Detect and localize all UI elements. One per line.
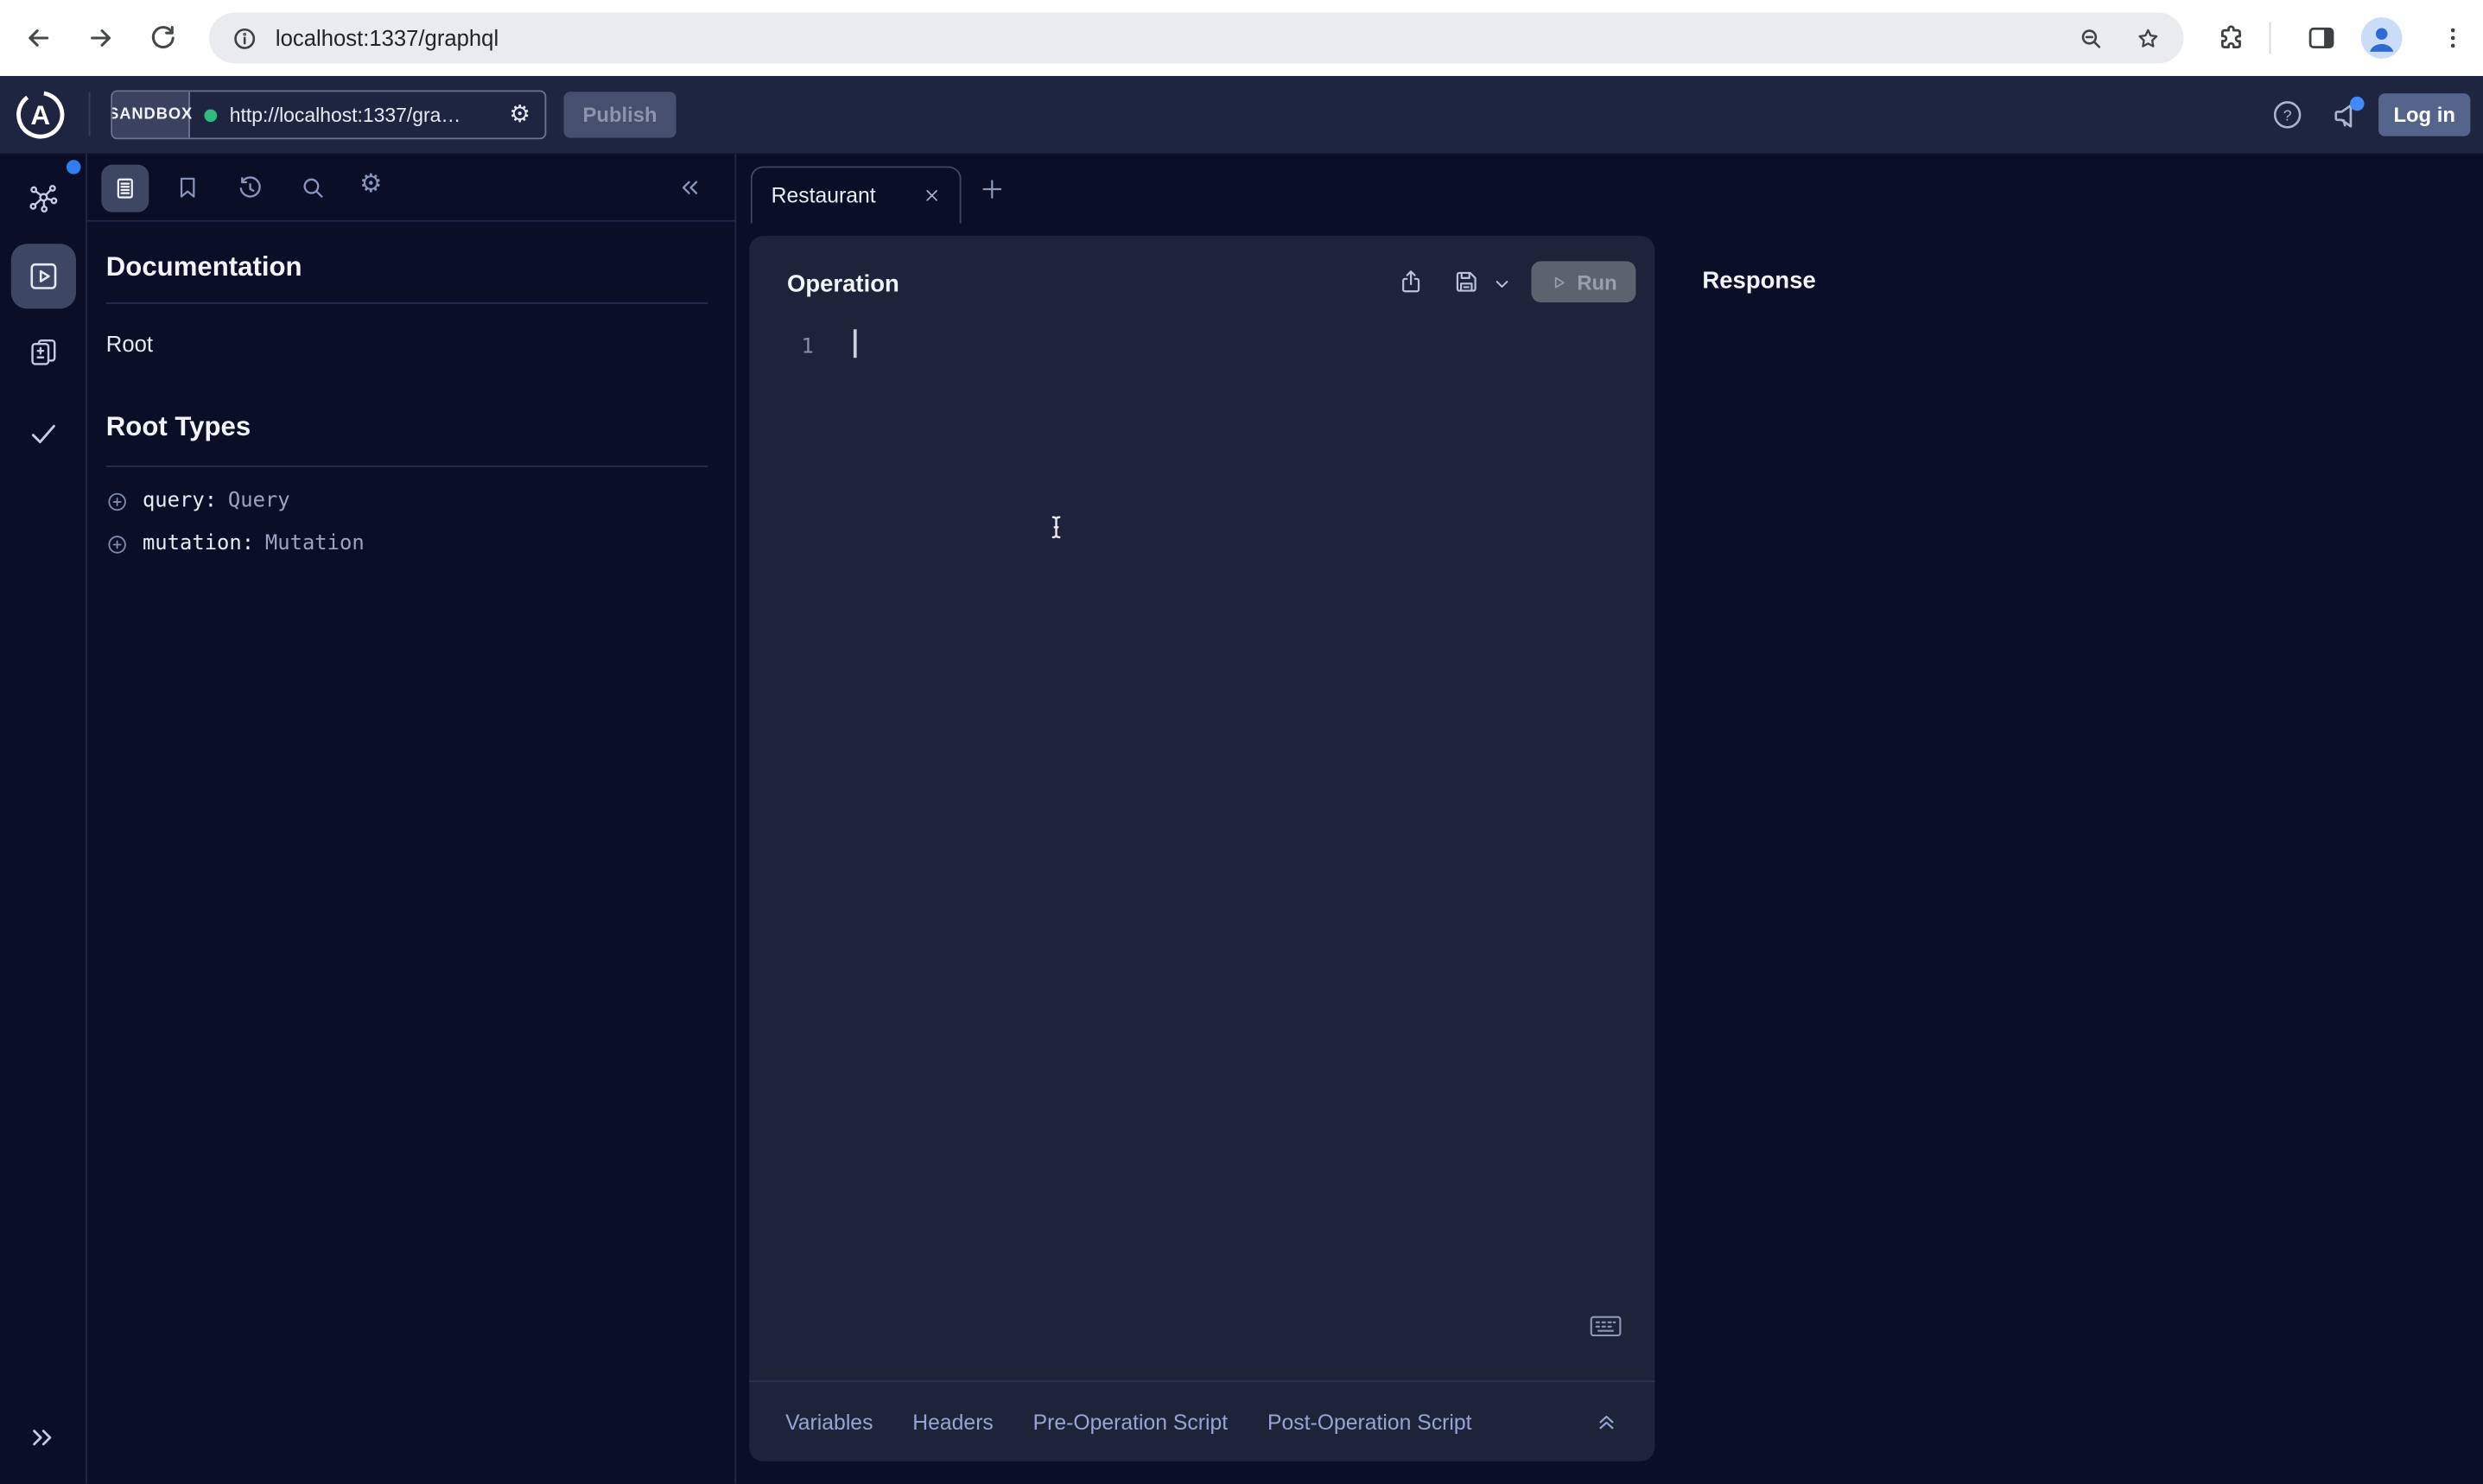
docs-icon-row: ⚙: [87, 154, 736, 222]
post-operation-script-tab[interactable]: Post-Operation Script: [1267, 1410, 1472, 1433]
browser-chrome: localhost:1337/graphql: [0, 0, 2483, 76]
search-icon[interactable]: [299, 174, 326, 201]
pre-operation-script-tab[interactable]: Pre-Operation Script: [1033, 1410, 1229, 1433]
bookmark-star-icon[interactable]: [2135, 24, 2162, 51]
root-types-title: Root Types: [106, 412, 251, 444]
root-type-mutation-row[interactable]: mutation: Mutation: [106, 524, 365, 564]
rail-notification-dot: [67, 160, 80, 174]
docs-title: Documentation: [106, 251, 302, 283]
mutation-field-label: mutation:: [143, 532, 254, 555]
tab-title: Restaurant: [772, 184, 876, 207]
checks-icon[interactable]: [27, 416, 60, 449]
documentation-tab-active[interactable]: [101, 165, 149, 212]
variables-tab[interactable]: Variables: [785, 1410, 873, 1433]
run-button[interactable]: Run: [1531, 261, 1635, 302]
login-button[interactable]: Log in: [2378, 93, 2470, 136]
new-tab-icon[interactable]: [979, 175, 1006, 202]
graph-icon[interactable]: [27, 182, 60, 215]
documentation-icon: [112, 175, 137, 200]
query-type-link[interactable]: Query: [228, 489, 290, 512]
mutation-type-link[interactable]: Mutation: [265, 532, 365, 555]
docs-divider: [106, 302, 708, 304]
apollo-logo[interactable]: A: [14, 89, 66, 141]
docs-divider: [106, 466, 708, 467]
apollo-logo-letter: A: [30, 99, 50, 130]
run-play-icon: [1550, 273, 1567, 290]
extensions-puzzle-icon[interactable]: [2215, 22, 2247, 54]
history-icon[interactable]: [236, 174, 264, 202]
root-type-query-row[interactable]: query: Query: [106, 481, 290, 521]
headers-tab[interactable]: Headers: [912, 1410, 994, 1433]
browser-reload-icon[interactable]: [147, 22, 179, 54]
side-panel-icon[interactable]: [2306, 22, 2338, 54]
operation-title: Operation: [787, 270, 899, 297]
endpoint-group: SANDBOX http://localhost:1337/gra… ⚙: [111, 90, 546, 139]
endpoint-input[interactable]: http://localhost:1337/gra… ⚙: [190, 92, 545, 137]
zoom-out-icon[interactable]: [2078, 24, 2105, 51]
documentation-panel: ⚙ Documentation Root Root Types query: Q…: [87, 154, 736, 1484]
operation-footer: Variables Headers Pre-Operation Script P…: [749, 1380, 1654, 1461]
mouse-ibeam-cursor: [1040, 511, 1072, 544]
browser-back-icon[interactable]: [22, 22, 54, 54]
response-title: Response: [1702, 268, 1815, 295]
collapse-footer-icon[interactable]: [1595, 1410, 1618, 1433]
operation-code-editor[interactable]: 1: [749, 325, 1654, 1381]
left-rail: [0, 154, 87, 1484]
browser-menu-icon[interactable]: [2439, 23, 2467, 52]
operation-panel: Operation Run 1: [749, 236, 1654, 1462]
url-text: localhost:1337/graphql: [276, 25, 499, 50]
save-operation-icon[interactable]: [1452, 268, 1481, 296]
response-panel: Response: [1654, 154, 2483, 1484]
site-info-icon[interactable]: [232, 24, 258, 51]
connection-status-dot: [204, 109, 217, 122]
browser-forward-icon[interactable]: [86, 22, 117, 54]
explorer-play-icon: [27, 260, 60, 293]
apollo-sandbox-screen: localhost:1337/graphql A: [0, 0, 2483, 1483]
profile-avatar[interactable]: [2361, 17, 2403, 59]
operation-editor-column: Restaurant Operation: [736, 154, 1654, 1484]
keyboard-shortcuts-icon[interactable]: [1590, 1316, 1622, 1339]
add-field-icon[interactable]: [106, 490, 129, 512]
sandbox-badge: SANDBOX: [112, 92, 190, 137]
endpoint-url: http://localhost:1337/gra…: [230, 104, 510, 126]
question-mark: ?: [2283, 106, 2292, 124]
bookmarks-icon[interactable]: [175, 174, 201, 201]
share-operation-icon[interactable]: [1397, 268, 1426, 296]
save-options-chevron-down-icon[interactable]: [1493, 276, 1510, 293]
settings-gear-icon[interactable]: ⚙: [359, 171, 382, 196]
publish-button[interactable]: Publish: [564, 92, 676, 137]
explorer-tab-active[interactable]: [11, 244, 76, 308]
changelog-icon[interactable]: [27, 336, 60, 369]
run-label: Run: [1577, 270, 1616, 294]
text-caret: [854, 329, 856, 358]
notification-dot: [2350, 97, 2364, 111]
tab-restaurant[interactable]: Restaurant: [751, 166, 962, 223]
workspace: ⚙ Documentation Root Root Types query: Q…: [0, 154, 2483, 1484]
apollo-toolbar: A SANDBOX http://localhost:1337/gra… ⚙ P…: [0, 76, 2483, 154]
help-icon[interactable]: ?: [2270, 98, 2303, 131]
close-tab-icon[interactable]: [924, 187, 941, 204]
address-bar[interactable]: localhost:1337/graphql: [209, 13, 2184, 64]
chrome-divider: [2270, 22, 2271, 54]
line-number: 1: [801, 336, 813, 359]
toolbar-divider: [89, 92, 91, 136]
expand-rail-icon[interactable]: [27, 1422, 59, 1454]
docs-root-link[interactable]: Root: [106, 331, 153, 356]
endpoint-settings-gear-icon[interactable]: ⚙: [509, 103, 530, 126]
collapse-panel-icon[interactable]: [676, 174, 703, 201]
query-field-label: query:: [143, 489, 217, 512]
add-field-icon[interactable]: [106, 533, 129, 555]
